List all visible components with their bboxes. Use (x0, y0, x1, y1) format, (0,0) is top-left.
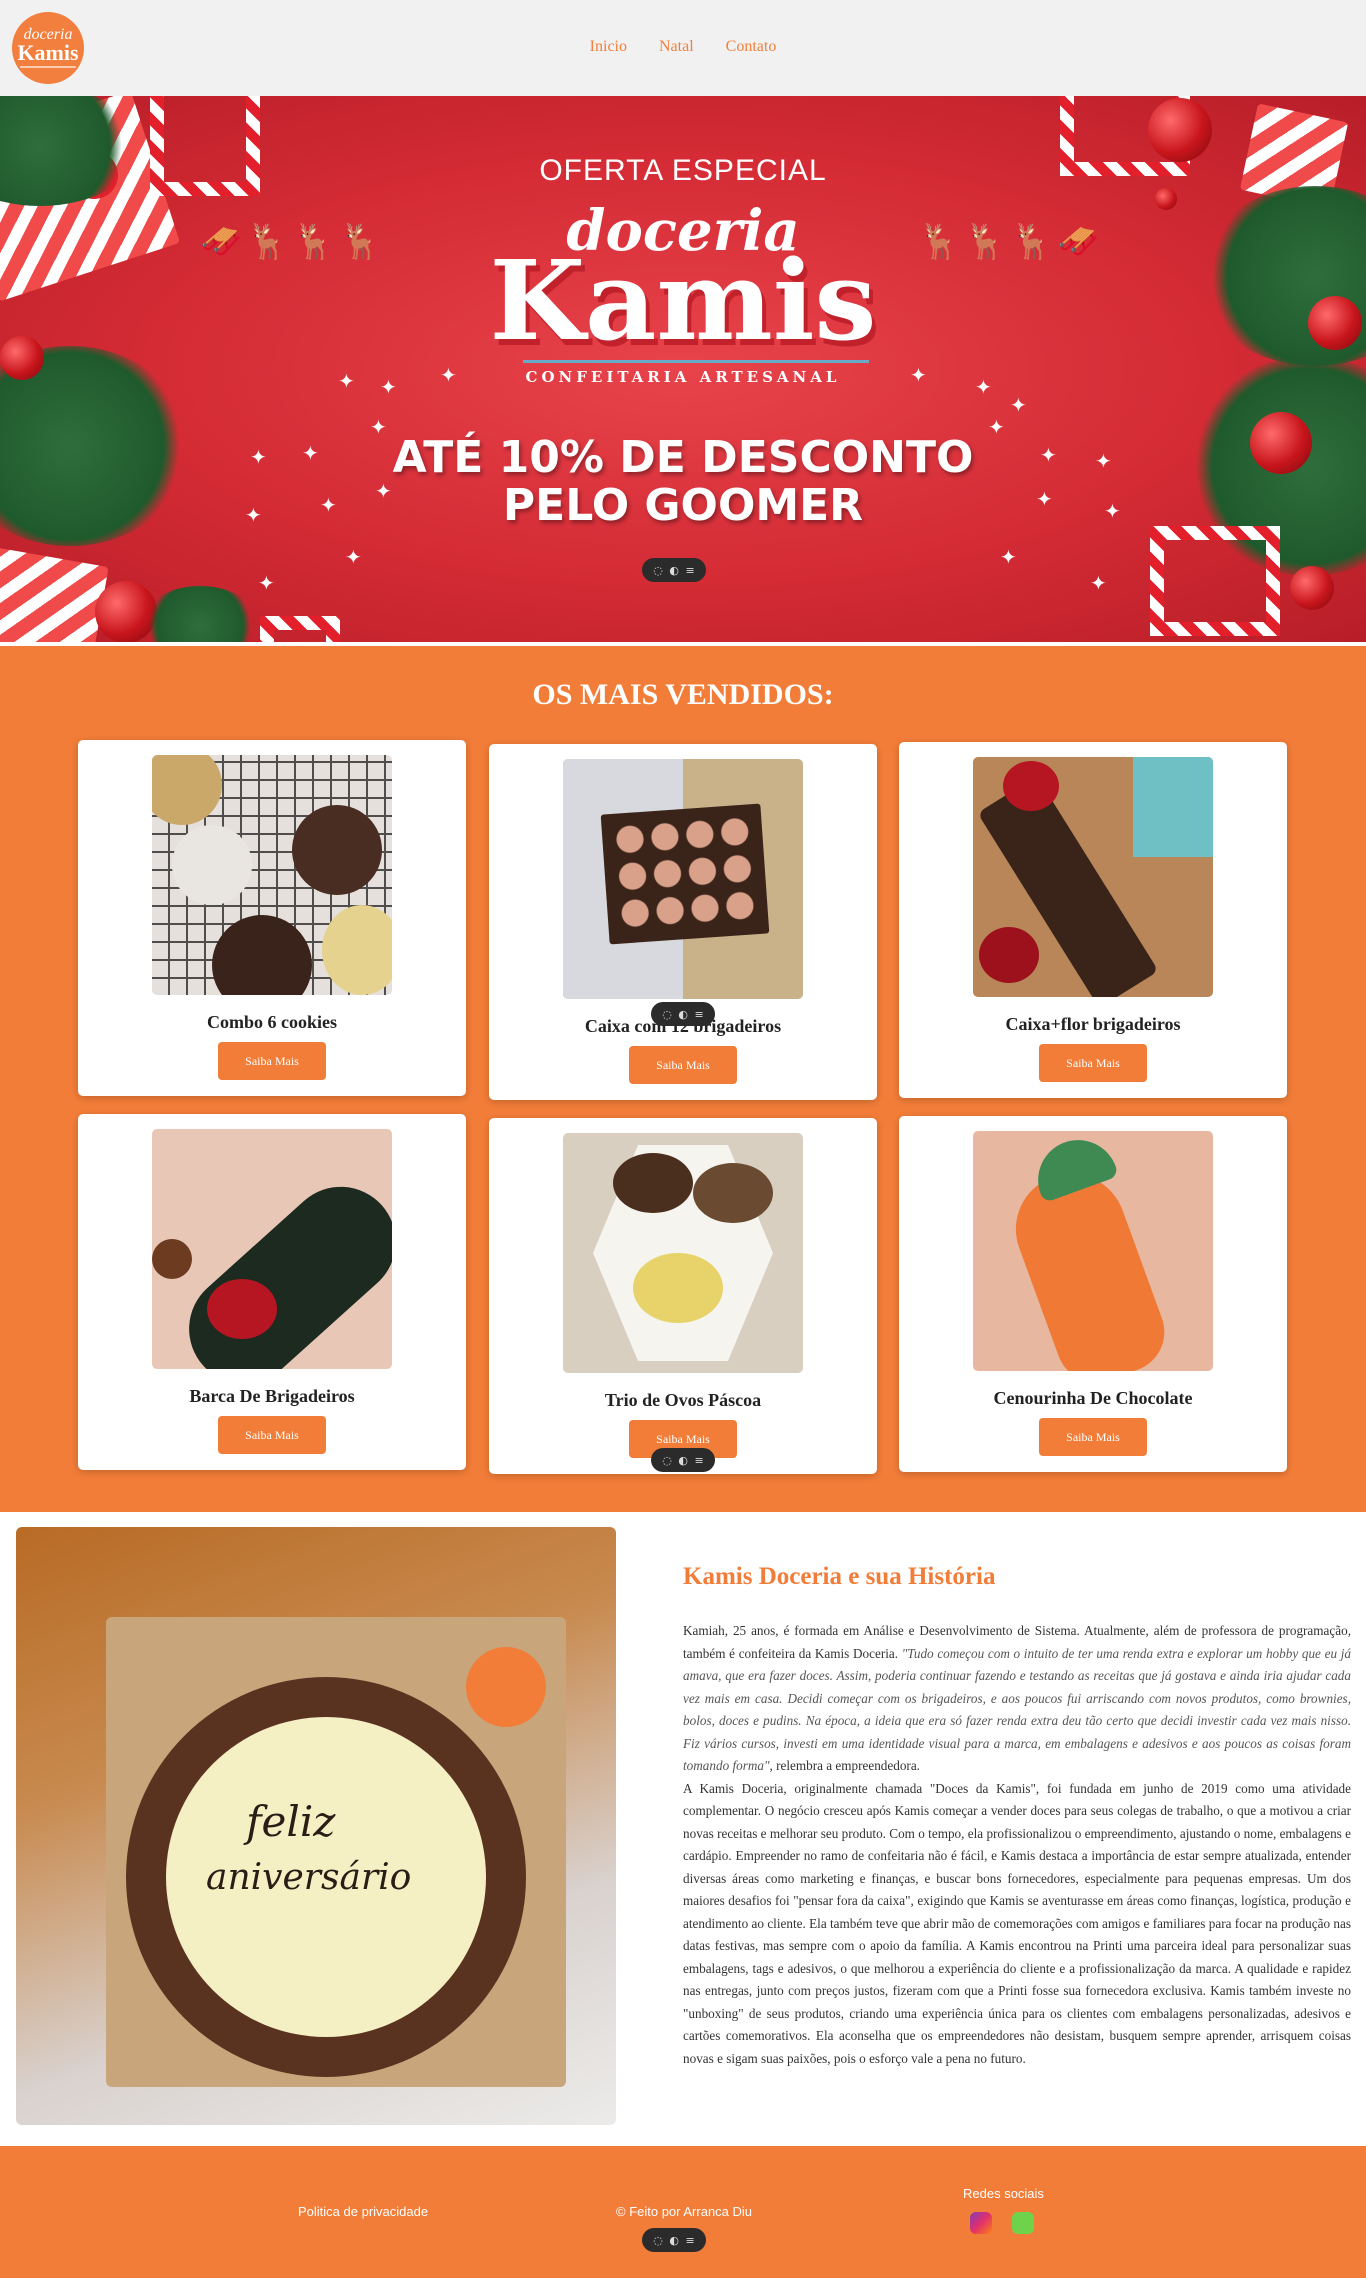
pine-decoration (140, 586, 260, 642)
cake-text-line-2: aniversário (206, 1857, 412, 1898)
story-paragraph-2: A Kamis Doceria, originalmente chamada "… (683, 1780, 1351, 2066)
egg-half (613, 1153, 693, 1213)
cloth-background (1133, 757, 1213, 857)
social-title: Redes sociais (963, 2186, 1044, 2201)
star-icon: ✦ (1000, 547, 1017, 569)
saiba-mais-button[interactable]: Saiba Mais (218, 1416, 326, 1454)
floating-toolbar[interactable]: ◌ ◐ ≡ (642, 558, 706, 582)
menu-icon[interactable]: ≡ (695, 1454, 704, 1467)
menu-icon[interactable]: ≡ (686, 2234, 695, 2247)
saiba-mais-button[interactable]: Saiba Mais (629, 1046, 737, 1084)
product-card[interactable]: Trio de Ovos Páscoa Saiba Mais ◌ ◐ ≡ (489, 1118, 877, 1474)
cake-text-line-1: feliz (246, 1797, 336, 1846)
rose-shape (207, 1279, 277, 1339)
main-nav: Inicio Natal Contato (0, 38, 1366, 56)
product-image-barca[interactable] (152, 1129, 392, 1369)
ornament-ball-decoration (1148, 98, 1212, 162)
hero-discount-text: ATÉ 10% DE DESCONTO PELO GOOMER (0, 434, 1366, 530)
hero-discount-line-1: ATÉ 10% DE DESCONTO (392, 432, 974, 483)
hero-divider (523, 360, 869, 363)
hero-tagline: CONFEITARIA ARTESANAL (525, 368, 841, 386)
story-quote: "Tudo começou com o intuito de ter uma r… (683, 1645, 1351, 1774)
candy-cane-decoration (1150, 526, 1280, 636)
story-paragraph-1: Kamiah, 25 anos, é formada em Análise e … (683, 1620, 1351, 1778)
product-image-cenourinha[interactable] (973, 1131, 1213, 1371)
logo-underline (20, 66, 76, 68)
carrot-shape (1000, 1158, 1176, 1371)
product-name: Caixa+flor brigadeiros (1005, 1014, 1181, 1034)
product-card[interactable]: Cenourinha De Chocolate Saiba Mais (899, 1116, 1287, 1472)
star-icon: ✦ (345, 547, 362, 569)
toggle-icon[interactable]: ◐ (678, 1454, 688, 1467)
sticker-logo (466, 1647, 546, 1727)
floating-toolbar[interactable]: ◌ ◐ ≡ (651, 1002, 715, 1026)
story-image: feliz aniversário (16, 1527, 616, 2125)
menu-icon[interactable]: ≡ (695, 1008, 704, 1021)
saiba-mais-button[interactable]: Saiba Mais (218, 1042, 326, 1080)
site-footer: Politica de privacidade © Feito por Arra… (0, 2146, 1366, 2278)
product-image-cookies[interactable] (152, 755, 392, 995)
nav-link-natal[interactable]: Natal (659, 38, 694, 55)
best-sellers-section: OS MAIS VENDIDOS: Combo 6 cookies Saiba … (0, 646, 1366, 1512)
chocolate-cup (152, 1239, 192, 1279)
egg-half (693, 1163, 773, 1223)
best-sellers-title: OS MAIS VENDIDOS: (532, 678, 834, 711)
chat-icon[interactable]: ◌ (662, 1008, 672, 1021)
menu-icon[interactable]: ≡ (686, 564, 695, 577)
toggle-icon[interactable]: ◐ (678, 1008, 688, 1021)
rose-shape (979, 927, 1039, 983)
product-card[interactable]: Caixa+flor brigadeiros Saiba Mais (899, 742, 1287, 1098)
gift-box-decoration (0, 546, 109, 642)
saiba-mais-button[interactable]: Saiba Mais (1039, 1418, 1147, 1456)
privacy-link[interactable]: Politica de privacidade (298, 2204, 428, 2219)
story-text: Kamiah, 25 anos, é formada em Análise e … (683, 1620, 1351, 2070)
saiba-mais-button[interactable]: Saiba Mais (1039, 1044, 1147, 1082)
star-icon: ✦ (1090, 573, 1107, 595)
egg-half (633, 1253, 723, 1323)
site-header: doceria Kamis Inicio Natal Contato (0, 0, 1366, 96)
floating-toolbar[interactable]: ◌ ◐ ≡ (651, 1448, 715, 1472)
toggle-icon[interactable]: ◐ (669, 2234, 679, 2247)
toggle-icon[interactable]: ◐ (669, 564, 679, 577)
hero-discount-line-2: PELO GOOMER (502, 480, 864, 531)
nav-link-inicio[interactable]: Inicio (590, 38, 627, 55)
star-icon: ✦ (258, 573, 275, 595)
rose-shape (1003, 761, 1059, 811)
story-title: Kamis Doceria e sua História (683, 1563, 996, 1590)
star-icon: ✦ (1010, 395, 1027, 417)
product-card[interactable]: Barca De Brigadeiros Saiba Mais (78, 1114, 466, 1470)
product-card[interactable]: Combo 6 cookies Saiba Mais (78, 740, 466, 1096)
chat-icon[interactable]: ◌ (653, 2234, 663, 2247)
product-name: Trio de Ovos Páscoa (604, 1390, 762, 1410)
footer-credit: © Feito por Arranca Diu (616, 2204, 753, 2219)
instagram-icon[interactable] (970, 2212, 992, 2234)
product-name: Barca De Brigadeiros (189, 1386, 355, 1406)
product-image-flower-box[interactable] (973, 757, 1213, 997)
product-card[interactable]: Caixa com 12 brigadeiros Saiba Mais ◌ ◐ … (489, 744, 877, 1100)
whatsapp-icon[interactable] (1012, 2212, 1034, 2234)
product-name: Cenourinha De Chocolate (993, 1388, 1193, 1408)
ornament-ball-decoration (1290, 566, 1334, 610)
hero-banner[interactable]: 🛷🦌🦌🦌 🦌🦌🦌🛷 ✦ ✦ ✦ ✦ ✦ ✦ ✦ ✦ ✦ ✦ ✦ ✦ ✦ ✦ ✦ … (0, 96, 1366, 642)
cookie-shape (172, 825, 252, 905)
cookie-shape (292, 805, 382, 895)
hero-brand-name: Kamis (489, 236, 877, 365)
chat-icon[interactable]: ◌ (662, 1454, 672, 1467)
product-image-brigadeiros-box[interactable] (563, 759, 803, 999)
story-quote-end: , relembra a empreendedora. (769, 1758, 920, 1773)
hero-offer-text: OFERTA ESPECIAL (539, 154, 827, 187)
boat-tray (166, 1164, 392, 1369)
cookie-shape (322, 905, 392, 995)
nav-link-contato[interactable]: Contato (726, 38, 777, 55)
chat-icon[interactable]: ◌ (653, 564, 663, 577)
brigadeiro-grid (611, 812, 759, 934)
candy-cane-decoration (260, 616, 340, 642)
floating-toolbar[interactable]: ◌ ◐ ≡ (642, 2228, 706, 2252)
product-image-trio-ovos[interactable] (563, 1133, 803, 1373)
product-name: Combo 6 cookies (207, 1012, 337, 1032)
